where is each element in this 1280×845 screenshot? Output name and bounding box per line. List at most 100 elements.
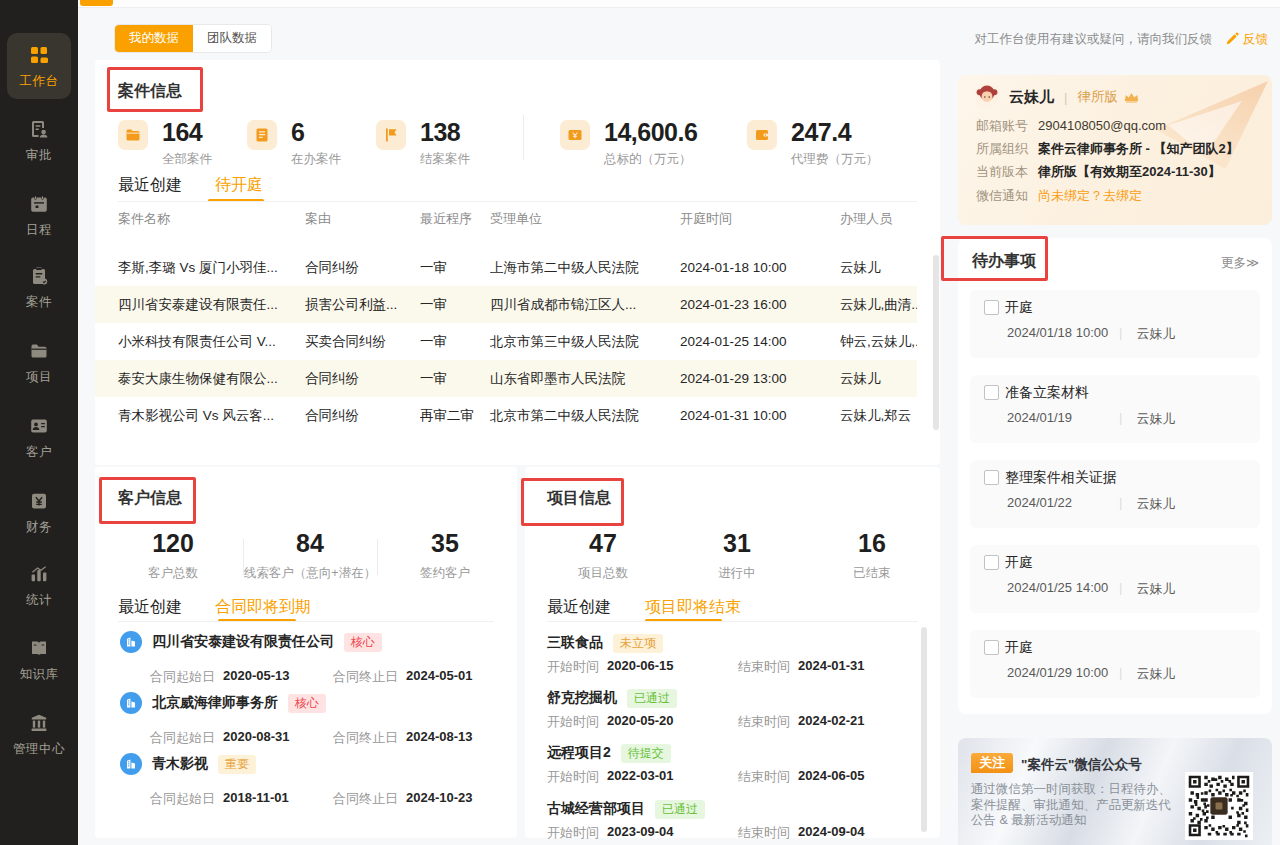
stat-lead-customers: 84 线索客户（意向+潜在） (244, 531, 376, 582)
todo-checkbox[interactable] (984, 470, 999, 485)
todo-owner: 云妹儿 (1136, 325, 1175, 343)
case-table-scrollbar[interactable] (933, 255, 939, 430)
todo-item-title: 准备立案材料 (1005, 384, 1089, 402)
time-cell: 2024-01-23 16:00 (680, 286, 840, 323)
customer-level-badge: 核心 (344, 633, 382, 652)
sidebar-item-admin-center[interactable]: 管理中心 (0, 713, 78, 758)
todo-item[interactable]: 开庭 2024/01/18 10:00 | 云妹儿 (970, 290, 1260, 358)
avatar (975, 83, 999, 111)
project-start-label: 开始时间 (547, 713, 599, 731)
tab-team-data[interactable]: 团队数据 (193, 25, 271, 52)
stat-label: 已结束 (853, 565, 891, 582)
staff-cell: 钟云,云妹儿,... (840, 323, 917, 360)
sidebar-item-project[interactable]: 项目 (0, 341, 78, 386)
project-name: 舒克挖掘机 (547, 689, 617, 707)
stat-divider (523, 115, 524, 160)
contract-end-label: 合同终止日 (333, 729, 398, 747)
stat-value: 14,600.6 (604, 118, 697, 146)
todo-item[interactable]: 整理案件相关证据 2024/01/22 | 云妹儿 (970, 460, 1260, 528)
project-status-badge: 未立项 (613, 634, 663, 653)
feedback-area: 对工作台使用有建议或疑问，请向我们反馈 反馈 (975, 31, 1269, 48)
sidebar-item-approval[interactable]: 审批 (0, 119, 78, 164)
todo-checkbox[interactable] (984, 385, 999, 400)
project-end-date: 2024-02-21 (798, 713, 865, 731)
case-table-row[interactable]: 青木影视公司 Vs 风云客... 合同纠纷 再审二审 北京市第二中级人民法院 2… (95, 397, 917, 434)
stage-cell: 一审 (420, 323, 490, 360)
time-cell: 2024-01-18 10:00 (680, 249, 840, 286)
todo-more-link[interactable]: 更多≫ (1221, 255, 1259, 272)
contract-end-date: 2024-05-01 (406, 668, 473, 686)
time-cell: 2024-01-29 13:00 (680, 360, 840, 397)
feedback-link[interactable]: 反馈 (1226, 31, 1268, 48)
stat-active-cases: 6 在办案件 (247, 120, 341, 168)
tab-recent-created[interactable]: 最近创建 (547, 597, 611, 618)
project-end-label: 结束时间 (738, 768, 790, 786)
stat-value: 31 (718, 531, 756, 556)
case-name-cell: 李斯,李璐 Vs 厦门小羽佳... (118, 249, 305, 286)
tab-contract-expiring[interactable]: 合同即将到期 (215, 597, 311, 618)
tab-recent-created[interactable]: 最近创建 (118, 175, 182, 196)
case-table-row[interactable]: 四川省安泰建设有限责任... 损害公司利益... 一审 四川省成都市锦江区人..… (95, 286, 917, 323)
stat-value: 16 (853, 531, 891, 556)
todo-date: 2024/01/19 (1007, 410, 1119, 428)
sidebar-item-knowledge[interactable]: 知识库 (0, 638, 78, 683)
tab-recent-created[interactable]: 最近创建 (118, 597, 182, 618)
todo-item[interactable]: 准备立案材料 2024/01/19 | 云妹儿 (970, 375, 1260, 443)
case-table-row[interactable]: 泰安大康生物保健有限公... 合同纠纷 一审 山东省即墨市人民法院 2024-0… (95, 360, 917, 397)
case-table-header: 案件名称 案由 最近程序 受理单位 开庭时间 办理人员 (95, 210, 940, 228)
tab-project-ending[interactable]: 项目即将结束 (645, 597, 741, 618)
stat-customer-total: 120 客户总数 (148, 531, 198, 582)
sidebar-item-label: 客户 (0, 444, 78, 461)
col-court: 受理单位 (490, 210, 680, 228)
wechat-bind-link[interactable]: 尚未绑定？去绑定 (1038, 188, 1142, 203)
case-name-cell: 四川省安泰建设有限责任... (118, 286, 305, 323)
divider: | (1119, 495, 1122, 513)
doc-list-icon (247, 120, 277, 150)
project-status-badge: 已通过 (627, 689, 677, 708)
todo-item[interactable]: 开庭 2024/01/29 10:00 | 云妹儿 (970, 630, 1260, 698)
sidebar-item-schedule[interactable]: 日程 (0, 194, 78, 239)
time-cell: 2024-01-31 10:00 (680, 397, 840, 434)
cause-cell: 合同纠纷 (305, 360, 420, 397)
staff-cell: 云妹儿 (840, 360, 917, 397)
project-name: 远程项目2 (547, 744, 611, 762)
case-card-title: 案件信息 (118, 81, 182, 102)
case-table-row[interactable]: 李斯,李璐 Vs 厦门小羽佳... 合同纠纷 一审 上海市第二中级人民法院 20… (95, 249, 917, 286)
todo-item[interactable]: 开庭 2024/01/25 14:00 | 云妹儿 (970, 545, 1260, 613)
project-start-date: 2020-05-20 (607, 713, 738, 731)
case-info-card: 案件信息 164全部案件 6 在办案件 138结案案件 14,600.6总标的（万… (95, 60, 940, 465)
sidebar-item-workbench[interactable]: 工作台 (0, 45, 78, 90)
stat-label: 全部案件 (162, 151, 212, 168)
stage-cell: 一审 (420, 360, 490, 397)
sidebar-item-statistics[interactable]: 统计 (0, 564, 78, 609)
stat-closed-cases: 138结案案件 (376, 120, 470, 168)
stat-value: 35 (420, 531, 470, 556)
todo-date: 2024/01/22 (1007, 495, 1119, 513)
stat-value: 6 (291, 118, 304, 146)
todo-checkbox[interactable] (984, 640, 999, 655)
stat-project-ongoing: 31 进行中 (718, 531, 756, 582)
sidebar-item-case[interactable]: 案件 (0, 266, 78, 311)
court-cell: 北京市第三中级人民法院 (490, 323, 680, 360)
contract-start-date: 2020-08-31 (223, 729, 333, 747)
todo-checkbox[interactable] (984, 555, 999, 570)
stat-label: 在办案件 (291, 151, 341, 168)
project-status-badge: 已通过 (655, 800, 705, 819)
stat-signed-customers: 35 签约客户 (420, 531, 470, 582)
stat-total-amount: 14,600.6总标的（万元） (560, 120, 697, 168)
cause-cell: 损害公司利益... (305, 286, 420, 323)
qr-code (1185, 772, 1253, 840)
statistics-icon (29, 570, 49, 587)
wechat-title: "案件云"微信公众号 (1021, 756, 1142, 774)
stat-value: 247.4 (791, 118, 851, 146)
stat-label: 进行中 (718, 565, 756, 582)
case-table-row[interactable]: 小米科技有限责任公司 V... 买卖合同纠纷 一审 北京市第三中级人民法院 20… (95, 323, 917, 360)
tab-pending-court[interactable]: 待开庭 (215, 175, 263, 196)
customer-level-badge: 核心 (288, 694, 326, 713)
sidebar-item-customer[interactable]: 客户 (0, 416, 78, 461)
stat-all-cases: 164全部案件 (118, 120, 212, 168)
project-list-scrollbar[interactable] (921, 627, 927, 832)
tab-my-data[interactable]: 我的数据 (115, 25, 193, 52)
sidebar-item-finance[interactable]: 财务 (0, 491, 78, 536)
todo-checkbox[interactable] (984, 300, 999, 315)
